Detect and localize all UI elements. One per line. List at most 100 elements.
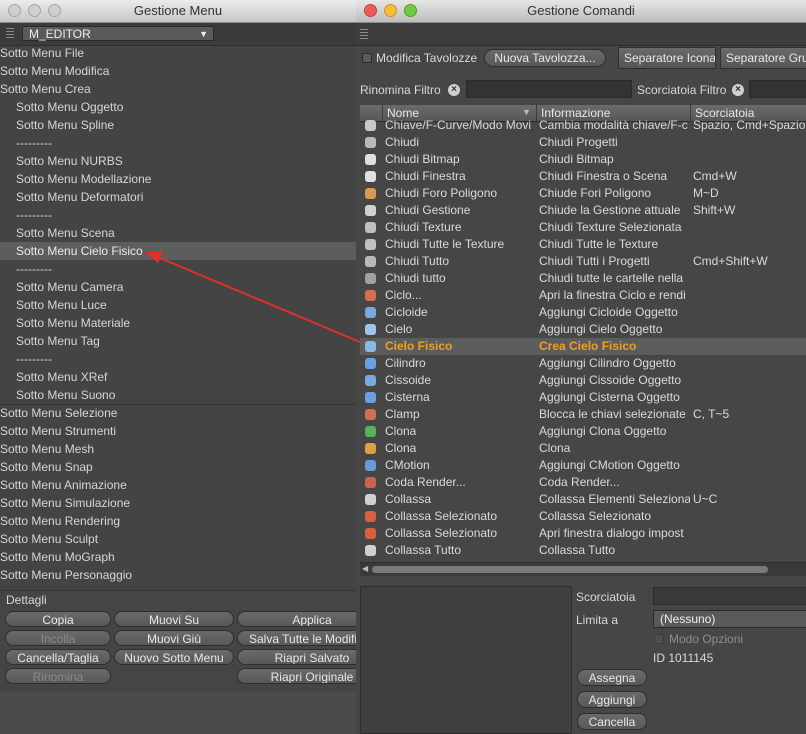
table-row[interactable]: Cicloide Aggiungi Cicloide Oggetto xyxy=(360,304,806,321)
cell-key: Spazio, Cmd+Spazio xyxy=(693,118,806,132)
table-row[interactable]: Chiudi Foro Poligono Chiude Fori Poligono… xyxy=(360,185,806,202)
apply-button[interactable]: Applica xyxy=(237,611,356,627)
scroll-left-icon[interactable]: ◀ xyxy=(362,564,368,573)
table-row[interactable]: Cisterna Aggiungi Cisterna Oggetto xyxy=(360,389,806,406)
submenu-item[interactable]: Sotto Menu Cielo Fisico xyxy=(0,242,356,260)
cell-info: Chiudi Bitmap xyxy=(539,152,614,166)
drag-grip-icon[interactable] xyxy=(360,29,368,39)
menu-separator[interactable]: --------- xyxy=(0,206,52,224)
table-row[interactable]: Chiudi Finestra Chiudi Finestra o Scena Cm… xyxy=(360,168,806,185)
table-row[interactable]: Chiudi Tutte le Texture Chiudi Tutte le T… xyxy=(360,236,806,253)
assign-button[interactable]: Assegna xyxy=(577,669,647,686)
table-row[interactable]: Chiave/F-Curve/Modo Movi Cambia modalità … xyxy=(360,117,806,134)
menu-separator[interactable]: --------- xyxy=(0,134,52,152)
edit-palettes-checkbox[interactable] xyxy=(362,53,372,63)
copy-button[interactable]: Copia xyxy=(5,611,111,627)
submenu-item[interactable]: Sotto Menu Modifica xyxy=(0,62,109,80)
horizontal-scrollbar[interactable]: ◀ xyxy=(360,562,806,576)
menu-selector-dropdown[interactable]: M_EDITOR ▼ xyxy=(22,26,214,41)
submenu-item[interactable]: Sotto Menu XRef xyxy=(0,368,107,386)
zoom-window-icon[interactable] xyxy=(404,4,417,17)
menu-separator[interactable]: --------- xyxy=(0,260,52,278)
clear-shortcut-filter-icon[interactable]: × xyxy=(732,84,744,96)
options-mode-checkbox[interactable] xyxy=(654,634,664,644)
table-row[interactable]: Coda Render... Coda Render... xyxy=(360,474,806,491)
table-row[interactable]: Clona Clona xyxy=(360,440,806,457)
submenu-item[interactable]: Sotto Menu Simulazione xyxy=(0,494,130,512)
cancel-button[interactable]: Cancella xyxy=(577,713,647,730)
minimize-window-icon[interactable] xyxy=(28,4,41,17)
paste-button[interactable]: Incolla xyxy=(5,630,111,646)
table-row[interactable]: Clona Aggiungi Clona Oggetto xyxy=(360,423,806,440)
save-all-changes-button[interactable]: Salva Tutte le Modifiche xyxy=(237,630,356,646)
command-manager-titlebar[interactable]: Gestione Comandi xyxy=(356,0,806,23)
clear-rename-filter-icon[interactable]: × xyxy=(448,84,460,96)
table-row[interactable]: CMotion Aggiungi CMotion Oggetto xyxy=(360,457,806,474)
submenu-item[interactable]: Sotto Menu Crea xyxy=(0,80,91,98)
submenu-item[interactable]: Sotto Menu File xyxy=(0,44,84,62)
submenu-item[interactable]: Sotto Menu Mesh xyxy=(0,440,94,458)
close-window-icon[interactable] xyxy=(8,4,21,17)
table-row[interactable]: Collassa Tutto Collassa Tutto xyxy=(360,542,806,559)
table-row[interactable]: Cilindro Aggiungi Cilindro Oggetto xyxy=(360,355,806,372)
group-separator-button[interactable]: Separatore Gruppo xyxy=(720,47,806,69)
table-row[interactable]: Chiudi tutto Chiudi tutte le cartelle nel… xyxy=(360,270,806,287)
rename-button[interactable]: Rinomina xyxy=(5,668,111,684)
table-row[interactable]: Chiudi Tutto Chiudi Tutti i Progetti Cmd+S… xyxy=(360,253,806,270)
limit-to-dropdown[interactable]: (Nessuno) xyxy=(653,610,806,628)
submenu-item[interactable]: Sotto Menu NURBS xyxy=(0,152,123,170)
submenu-item[interactable]: Sotto Menu Suono xyxy=(0,386,115,404)
table-row[interactable]: Chiudi Gestione Chiude la Gestione attual… xyxy=(360,202,806,219)
submenu-item[interactable]: Sotto Menu Spline xyxy=(0,116,114,134)
new-palette-button[interactable]: Nuova Tavolozza... xyxy=(484,49,606,67)
move-up-button[interactable]: Muovi Su xyxy=(114,611,234,627)
command-manager-window: Gestione Comandi Modifica Tavolozze Nuov… xyxy=(356,0,806,734)
drag-grip-icon[interactable] xyxy=(6,28,14,38)
menu-separator[interactable]: --------- xyxy=(0,350,52,368)
submenu-item[interactable]: Sotto Menu Scena xyxy=(0,224,115,242)
table-row[interactable]: Clamp Blocca le chiavi selezionate C, T~5 xyxy=(360,406,806,423)
scrollbar-thumb[interactable] xyxy=(372,566,768,573)
close-window-icon[interactable] xyxy=(364,4,377,17)
submenu-item[interactable]: Sotto Menu Animazione xyxy=(0,476,127,494)
zoom-window-icon[interactable] xyxy=(48,4,61,17)
table-row[interactable]: Collassa Collassa Elementi Selezionat U~C xyxy=(360,491,806,508)
submenu-item[interactable]: Sotto Menu Modellazione xyxy=(0,170,151,188)
submenu-item[interactable]: Sotto Menu Deformatori xyxy=(0,188,143,206)
move-down-button[interactable]: Muovi Giù xyxy=(114,630,234,646)
submenu-item[interactable]: Sotto Menu Rendering xyxy=(0,512,120,530)
submenu-item[interactable]: Sotto Menu Personaggio xyxy=(0,566,132,584)
shortcut-input[interactable] xyxy=(653,587,806,605)
submenu-item[interactable]: Sotto Menu Oggetto xyxy=(0,98,123,116)
submenu-item[interactable]: Sotto Menu Sculpt xyxy=(0,530,98,548)
submenu-item[interactable]: Sotto Menu Luce xyxy=(0,296,107,314)
new-submenu-button[interactable]: Nuovo Sotto Menu xyxy=(114,649,234,665)
delete-cut-button[interactable]: Cancella/Taglia xyxy=(5,649,111,665)
table-row[interactable]: Chiudi Texture Chiudi Texture Selezionata xyxy=(360,219,806,236)
table-row[interactable]: Cielo Fisico Crea Cielo Fisico xyxy=(360,338,806,355)
table-row[interactable]: Cielo Aggiungi Cielo Oggetto xyxy=(360,321,806,338)
table-row[interactable]: Ciclo... Apri la finestra Ciclo e rendi xyxy=(360,287,806,304)
cell-name: Chiudi Bitmap xyxy=(385,152,460,166)
table-row[interactable]: Collassa Selezionato Collassa Selezionato xyxy=(360,508,806,525)
rename-filter-input[interactable] xyxy=(466,80,632,98)
icon-separator-button[interactable]: Separatore Icona xyxy=(618,47,716,69)
table-row[interactable]: Collassa Selezionato Apri finestra dialog… xyxy=(360,525,806,542)
reopen-original-button[interactable]: Riapri Originale xyxy=(237,668,356,684)
submenu-item[interactable]: Sotto Menu Strumenti xyxy=(0,422,116,440)
submenu-item[interactable]: Sotto Menu Materiale xyxy=(0,314,130,332)
submenu-item[interactable]: Sotto Menu Tag xyxy=(0,332,100,350)
reopen-saved-button[interactable]: Riapri Salvato xyxy=(237,649,356,665)
table-row[interactable]: Chiudi Chiudi Progetti xyxy=(360,134,806,151)
shortcut-filter-input[interactable] xyxy=(749,80,806,98)
minimize-window-icon[interactable] xyxy=(384,4,397,17)
add-button[interactable]: Aggiungi xyxy=(577,691,647,708)
submenu-item[interactable]: Sotto Menu Camera xyxy=(0,278,123,296)
submenu-item[interactable]: Sotto Menu Selezione xyxy=(0,404,117,422)
submenu-item[interactable]: Sotto Menu Snap xyxy=(0,458,93,476)
submenu-item[interactable]: Sotto Menu MoGraph xyxy=(0,548,115,566)
menu-manager-titlebar[interactable]: Gestione Menu xyxy=(0,0,356,23)
table-row[interactable]: Cissoide Aggiungi Cissoide Oggetto xyxy=(360,372,806,389)
table-row[interactable]: Chiudi Bitmap Chiudi Bitmap xyxy=(360,151,806,168)
cell-info: Aggiungi Cicloide Oggetto xyxy=(539,305,678,319)
